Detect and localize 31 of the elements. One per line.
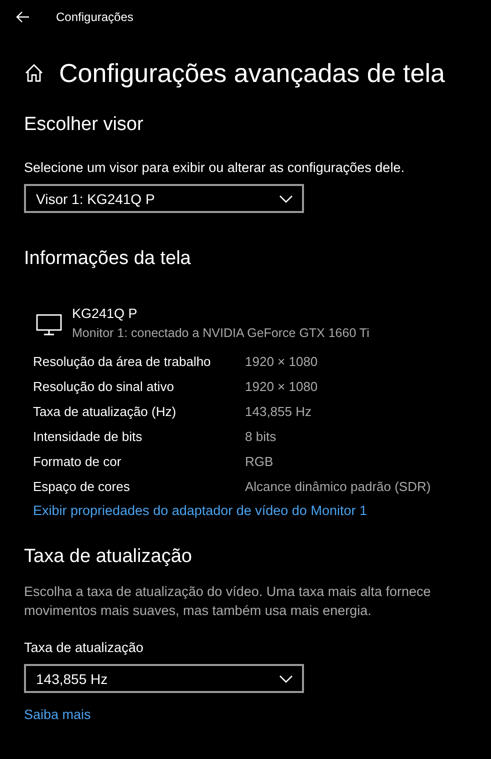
adapter-properties-link[interactable]: Exibir propriedades do adaptador de vídeo do Monitor 1 (33, 503, 367, 518)
page-title: Configurações avançadas de tela (59, 58, 445, 88)
info-value: 8 bits (245, 428, 278, 446)
info-value: Alcance dinâmico padrão (SDR) (245, 478, 431, 496)
back-arrow-icon[interactable] (16, 11, 30, 23)
monitor-connection: Monitor 1: conectado a NVIDIA GeForce GTX 1660 Ti (72, 326, 370, 340)
window-title: Configurações (56, 10, 134, 24)
info-label: Formato de cor (33, 453, 122, 471)
monitor-name: KG241Q P (72, 306, 138, 321)
field-label: Taxa de atualização (24, 640, 144, 655)
section-heading: Informações da tela (24, 248, 192, 270)
section-heading: Escolher visor (24, 114, 144, 136)
chevron-down-icon (279, 674, 293, 682)
info-value: 1920 × 1080 (245, 353, 319, 371)
info-value: RGB (245, 453, 274, 471)
learn-more-link[interactable]: Saiba mais (24, 707, 91, 722)
dropdown[interactable]: Visor 1: KG241Q P (24, 184, 304, 213)
description: Selecione um visor para exibir ou alterar as configurações dele. (24, 160, 406, 175)
description: Escolha a taxa de atualização do vídeo. Uma taxa mais alta fornece movimentos mais suaves, mas também usa mais energia. (24, 583, 432, 620)
info-label: Taxa de atualização (Hz) (33, 403, 178, 421)
section-heading: Taxa de atualização (24, 546, 193, 568)
info-label: Resolução do sinal ativo (33, 378, 175, 396)
info-value: 143,855 Hz (245, 403, 312, 421)
chevron-down-icon (279, 194, 293, 202)
info-label: Intensidade de bits (33, 428, 144, 446)
dropdown[interactable]: 143,855 Hz (24, 664, 304, 693)
monitor-icon (36, 314, 62, 336)
info-label: Resolução da área de trabalho (33, 353, 212, 371)
info-value: 1920 × 1080 (245, 378, 319, 396)
home-icon[interactable] (24, 63, 44, 83)
info-label: Espaço de cores (33, 474, 245, 499)
